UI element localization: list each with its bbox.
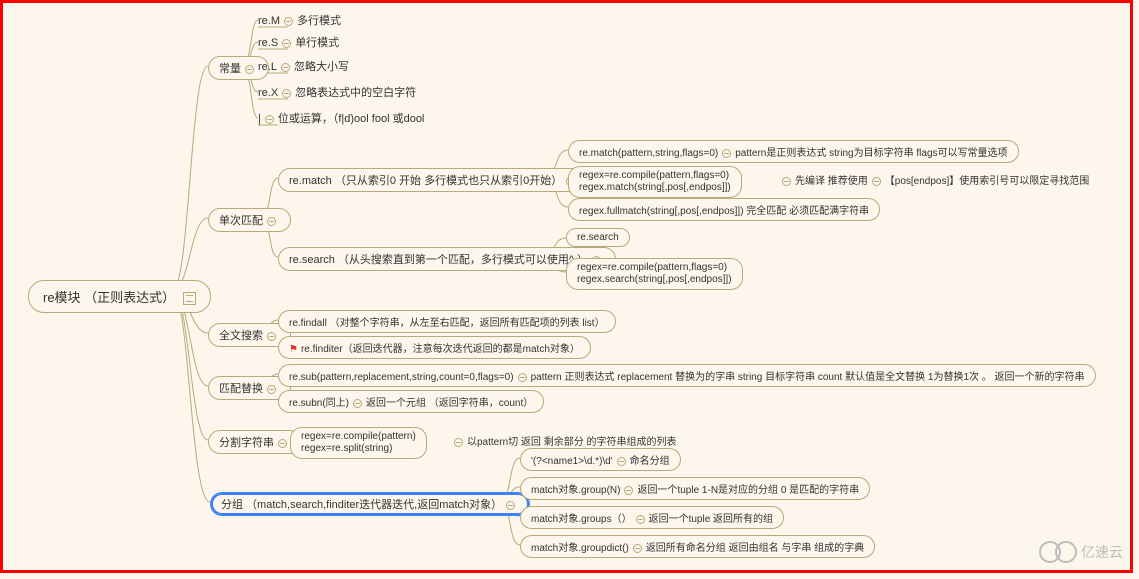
root-node[interactable]: re模块 （正则表达式） bbox=[28, 280, 211, 313]
node-match-line2[interactable]: regex=re.compile(pattern,flags=0)regex.m… bbox=[568, 166, 742, 198]
leaf-re-s[interactable]: re.S单行模式 bbox=[258, 34, 339, 50]
node-match-line3[interactable]: regex.fullmatch(string[,pos[,endpos]]) 完… bbox=[568, 198, 880, 221]
node-sub[interactable]: re.sub(pattern,replacement,string,count=… bbox=[278, 364, 1096, 387]
node-groupdict[interactable]: match对象.groupdict()返回所有命名分组 返回由组名 与字串 组成… bbox=[520, 535, 875, 558]
leaf-re-x[interactable]: re.X忽略表达式中的空白字符 bbox=[258, 84, 416, 100]
leaf-re-m[interactable]: re.M多行模式 bbox=[258, 12, 341, 28]
branch-single-match[interactable]: 单次匹配 bbox=[208, 208, 291, 232]
branch-group-selected[interactable]: 分组 （match,search,finditer迭代器迭代,返回match对象… bbox=[210, 492, 530, 516]
logo-text: 亿速云 bbox=[1081, 542, 1123, 562]
leaf-match-line2-desc: 先编译 推荐使用【pos[endpos]】使用索引号可以限定寻找范围 bbox=[778, 172, 1089, 187]
flag-icon: ⚑ bbox=[289, 344, 298, 355]
node-re-match[interactable]: re.match （只从索引0 开始 多行模式也只从索引0开始） bbox=[278, 168, 590, 192]
watermark-logo: 亿速云 bbox=[1039, 541, 1123, 563]
node-match-line1[interactable]: re.match(pattern,string,flags=0)pattern是… bbox=[568, 140, 1019, 163]
logo-icon bbox=[1055, 541, 1077, 563]
leaf-split-desc: 以pattern切 返回 剩余部分 的字符串组成的列表 bbox=[450, 433, 676, 448]
collapse-icon[interactable] bbox=[267, 217, 276, 226]
node-group-named[interactable]: '(?<name1>\d.*)\d'命名分组 bbox=[520, 448, 681, 471]
label: 单次匹配 bbox=[219, 215, 263, 227]
note-icon bbox=[183, 292, 196, 305]
leaf-pipe[interactable]: |位或运算，（f|d)ool fool 或dool bbox=[258, 110, 424, 126]
root-label: re模块 （正则表达式） bbox=[43, 290, 175, 305]
node-subn[interactable]: re.subn(同上)返回一个元组 （返回字符串，count） bbox=[278, 390, 544, 413]
branch-split[interactable]: 分割字符串 bbox=[208, 430, 302, 454]
leaf-re-l[interactable]: re.L忽略大小写 bbox=[258, 58, 349, 74]
node-split-code[interactable]: regex=re.compile(pattern)regex=re.split(… bbox=[290, 427, 427, 459]
node-finditer[interactable]: ⚑re.finditer（返回迭代器，注意每次迭代返回的都是match对象） bbox=[278, 336, 591, 359]
node-search-line2[interactable]: regex=re.compile(pattern,flags=0)regex.s… bbox=[566, 258, 743, 290]
node-group-n[interactable]: match对象.group(N)返回一个tuple 1-N是对应的分组 0 是匹… bbox=[520, 477, 870, 500]
node-search-line1[interactable]: re.search bbox=[566, 228, 630, 247]
collapse-icon[interactable] bbox=[245, 65, 254, 74]
node-findall[interactable]: re.findall （对整个字符串，从左至右匹配，返回所有匹配项的列表 lis… bbox=[278, 310, 616, 333]
node-groups[interactable]: match对象.groups（）返回一个tuple 返回所有的组 bbox=[520, 506, 784, 529]
label: 常量 bbox=[219, 63, 241, 75]
